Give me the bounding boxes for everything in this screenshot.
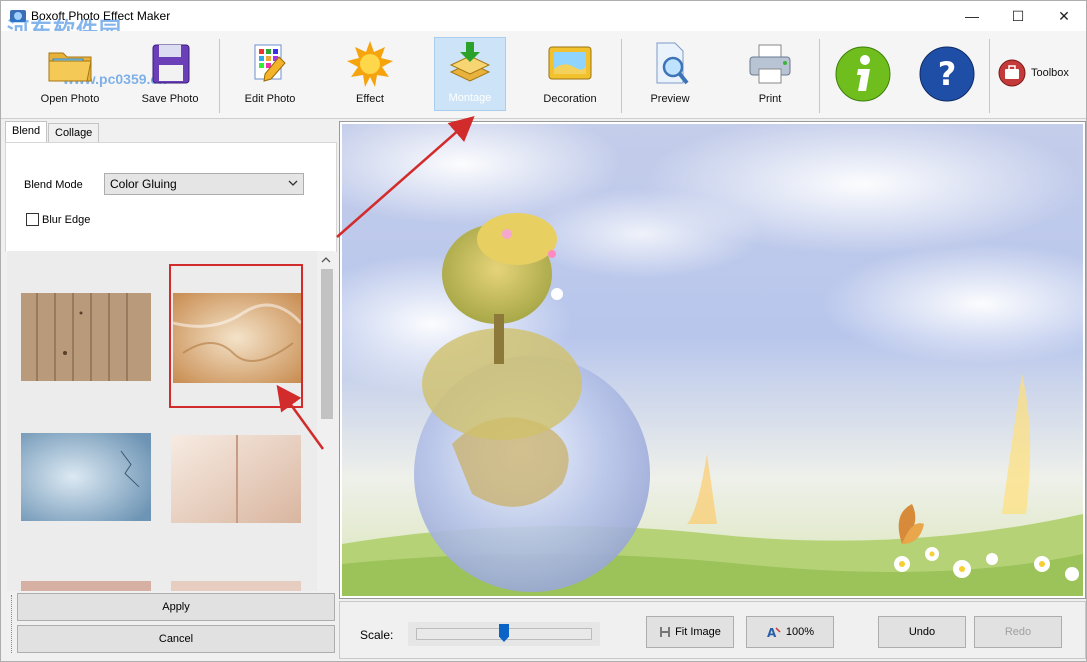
montage-panel: Blend Collage Blend Mode Color Gluing Bl… xyxy=(3,121,337,657)
main-toolbar: www.pc0359.cn Open Photo Save Photo Edit… xyxy=(1,31,1086,119)
print-label: Print xyxy=(758,93,782,105)
sun-icon xyxy=(347,41,393,87)
decoration-label: Decoration xyxy=(543,93,597,105)
apply-button[interactable]: Apply xyxy=(17,593,335,621)
scale-slider[interactable] xyxy=(408,622,600,646)
close-button[interactable]: ✕ xyxy=(1041,1,1086,31)
info-icon xyxy=(835,46,891,102)
folder-icon xyxy=(48,52,92,82)
svg-text:A: A xyxy=(767,626,777,639)
blend-mode-label: Blend Mode xyxy=(24,179,83,191)
fit-image-button[interactable]: Fit Image xyxy=(646,616,734,648)
thumbnail-scrollbar[interactable] xyxy=(317,251,335,591)
blend-mode-value: Color Gluing xyxy=(110,177,177,191)
svg-text:?: ? xyxy=(938,55,957,93)
effect-button[interactable]: Effect xyxy=(331,37,409,111)
selected-thumbnail-highlight xyxy=(169,264,303,408)
zoom-toolbar: Scale: Fit Image A 100% Undo Redo xyxy=(339,601,1086,659)
decoration-button[interactable]: Decoration xyxy=(531,37,609,111)
redo-button: Redo xyxy=(974,616,1062,648)
save-photo-label: Save Photo xyxy=(141,93,199,105)
tab-collage[interactable]: Collage xyxy=(48,123,100,143)
edit-grid-pencil-icon xyxy=(254,44,286,82)
blur-edge-checkbox[interactable] xyxy=(26,213,39,226)
help-button[interactable]: ? xyxy=(911,37,983,111)
montage-preview-image xyxy=(342,124,1083,596)
montage-label: Montage xyxy=(448,92,492,104)
apply-label: Apply xyxy=(162,601,190,613)
scrollbar-thumb[interactable] xyxy=(321,269,333,419)
maximize-icon: ☐ xyxy=(1011,7,1025,24)
cancel-label: Cancel xyxy=(158,633,194,645)
preview-label: Preview xyxy=(650,93,690,105)
maximize-button[interactable]: ☐ xyxy=(995,1,1041,31)
effect-label: Effect xyxy=(356,93,384,105)
actual-size-icon: A xyxy=(767,626,781,639)
tab-collage-label: Collage xyxy=(55,127,93,139)
image-canvas[interactable] xyxy=(339,121,1086,599)
floppy-disk-icon xyxy=(152,44,190,84)
thumbnail-blue-clouds-texture[interactable] xyxy=(21,433,151,521)
thumbnail-texture-5[interactable] xyxy=(21,581,151,591)
toolbox-label: Toolbox xyxy=(1031,67,1069,79)
fit-image-icon xyxy=(660,627,670,637)
cancel-button[interactable]: Cancel xyxy=(17,625,335,653)
toolbox-button[interactable]: Toolbox xyxy=(997,57,1083,89)
tab-blend-label: Blend xyxy=(12,125,41,137)
print-button[interactable]: Print xyxy=(731,37,809,111)
zoom-100-button[interactable]: A 100% xyxy=(746,616,834,648)
blur-edge-label: Blur Edge xyxy=(42,214,91,226)
preview-button[interactable]: Preview xyxy=(631,37,709,111)
redo-label: Redo xyxy=(1004,626,1032,638)
magnifier-document-icon xyxy=(656,42,689,85)
info-button[interactable] xyxy=(827,37,899,111)
title-bar: Boxoft Photo Effect Maker 河东软件园 — ☐ ✕ xyxy=(1,1,1086,44)
open-photo-button[interactable]: Open Photo xyxy=(31,37,109,111)
blend-mode-select[interactable]: Color Gluing xyxy=(104,173,304,195)
blend-tab-page: Blend Mode Color Gluing Blur Edge xyxy=(5,142,337,252)
undo-label: Undo xyxy=(908,626,936,638)
montage-layers-icon xyxy=(449,42,491,82)
close-icon: ✕ xyxy=(1058,7,1070,24)
edit-photo-button[interactable]: Edit Photo xyxy=(231,37,309,111)
toolbar-separator xyxy=(819,39,820,113)
thumbnail-wood-planks[interactable] xyxy=(21,293,151,381)
panel-splitter[interactable] xyxy=(11,595,12,653)
scroll-up-icon[interactable] xyxy=(321,255,331,265)
help-icon: ? xyxy=(919,46,975,102)
undo-button[interactable]: Undo xyxy=(878,616,966,648)
toolbar-separator xyxy=(989,39,990,113)
minimize-button[interactable]: — xyxy=(949,1,995,31)
open-photo-label: Open Photo xyxy=(40,93,100,105)
chevron-down-icon xyxy=(288,180,298,186)
minimize-icon: — xyxy=(965,8,979,24)
texture-thumbnail-list xyxy=(7,251,317,591)
edit-photo-label: Edit Photo xyxy=(244,93,296,105)
thumbnail-texture-6[interactable] xyxy=(171,581,301,591)
montage-button[interactable]: Montage xyxy=(434,37,506,111)
toolbar-separator xyxy=(219,39,220,113)
picture-frame-icon xyxy=(548,46,592,80)
app-window: Boxoft Photo Effect Maker 河东软件园 — ☐ ✕ ww… xyxy=(0,0,1087,662)
thumbnail-old-paper[interactable] xyxy=(171,435,301,523)
fit-image-label: Fit Image xyxy=(675,626,721,638)
toolbox-icon xyxy=(998,59,1026,87)
scale-label: Scale: xyxy=(360,628,394,642)
save-photo-button[interactable]: Save Photo xyxy=(131,37,209,111)
tab-blend[interactable]: Blend xyxy=(5,121,48,143)
zoom-100-label: 100% xyxy=(785,626,815,638)
printer-icon xyxy=(749,44,791,84)
toolbar-separator xyxy=(621,39,622,113)
